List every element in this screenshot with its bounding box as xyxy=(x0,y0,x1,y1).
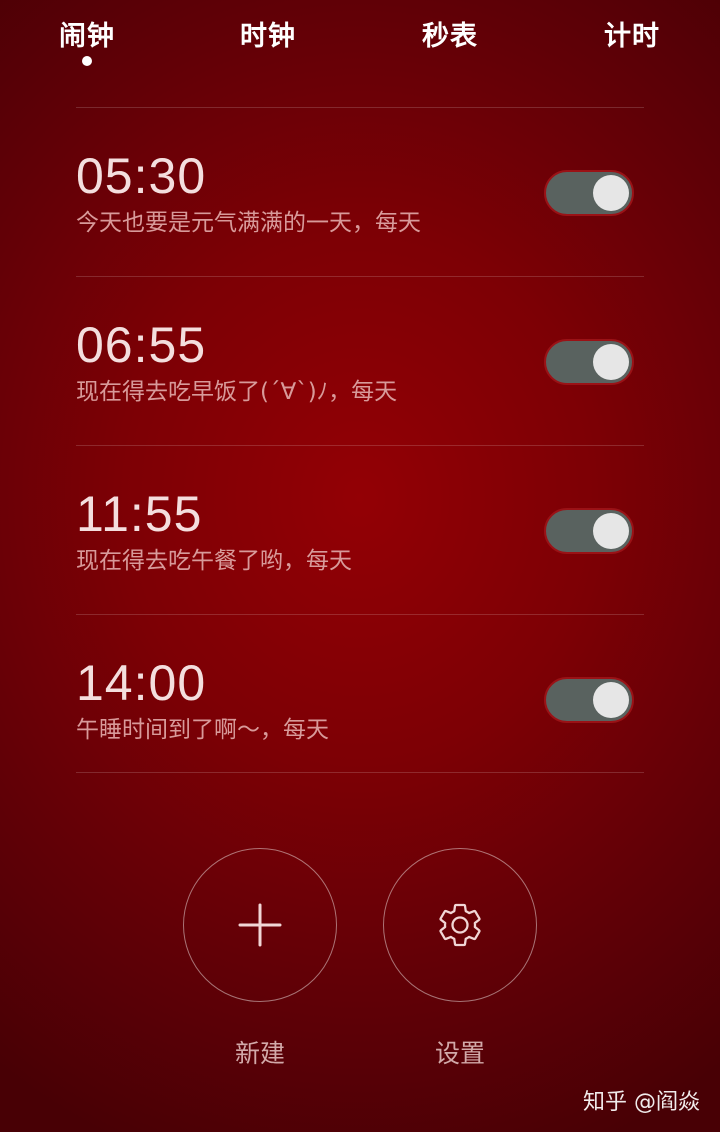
tab-stopwatch[interactable]: 秒表 xyxy=(390,14,510,53)
alarm-toggle[interactable] xyxy=(544,508,634,554)
new-alarm-label: 新建 xyxy=(234,1039,285,1068)
alarm-time: 14:00 xyxy=(76,655,207,711)
toggle-knob xyxy=(593,513,629,549)
watermark: 知乎 @阎焱 xyxy=(583,1090,700,1115)
alarm-item[interactable]: 14:00 午睡时间到了啊～，每天 xyxy=(76,615,644,783)
alarm-time: 06:55 xyxy=(76,317,207,373)
toggle-knob xyxy=(593,175,629,211)
settings-button[interactable] xyxy=(383,848,537,1002)
alarm-label: 今天也要是元气满满的一天，每天 xyxy=(76,210,421,236)
divider xyxy=(76,772,644,773)
alarm-time: 11:55 xyxy=(76,486,203,542)
alarm-item[interactable]: 11:55 现在得去吃午餐了哟，每天 xyxy=(76,446,644,614)
tab-timer[interactable]: 计时 xyxy=(572,14,692,53)
tab-alarm[interactable]: 闹钟 xyxy=(27,14,147,53)
alarm-label: 现在得去吃早饭了(´∀`)ﾉ，每天 xyxy=(76,379,398,405)
alarm-toggle[interactable] xyxy=(544,170,634,216)
toggle-knob xyxy=(593,344,629,380)
alarm-time: 05:30 xyxy=(76,148,207,204)
alarm-item[interactable]: 06:55 现在得去吃早饭了(´∀`)ﾉ，每天 xyxy=(76,277,644,445)
new-alarm-button[interactable] xyxy=(183,848,337,1002)
alarm-label: 现在得去吃午餐了哟，每天 xyxy=(76,548,352,574)
alarm-toggle[interactable] xyxy=(544,339,634,385)
tab-clock[interactable]: 时钟 xyxy=(208,14,328,53)
alarm-label: 午睡时间到了啊～，每天 xyxy=(76,717,329,743)
settings-label: 设置 xyxy=(434,1039,485,1068)
tab-bar: 闹钟 时钟 秒表 计时 xyxy=(0,0,720,80)
plus-icon xyxy=(238,903,282,947)
toggle-knob xyxy=(593,682,629,718)
active-tab-indicator xyxy=(82,56,92,66)
alarm-toggle[interactable] xyxy=(544,677,634,723)
gear-icon xyxy=(439,903,481,947)
alarm-item[interactable]: 05:30 今天也要是元气满满的一天，每天 xyxy=(76,108,644,276)
